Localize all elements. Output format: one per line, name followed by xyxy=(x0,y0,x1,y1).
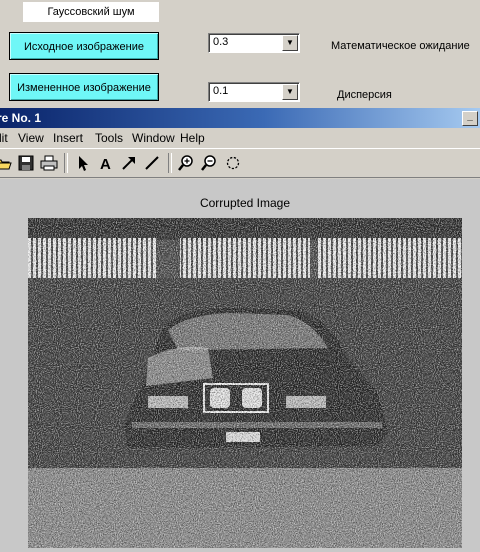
text-icon[interactable]: A xyxy=(97,154,115,172)
chevron-down-icon[interactable]: ▼ xyxy=(282,84,298,100)
menu-window[interactable]: Window xyxy=(132,131,175,145)
figure-toolbar: A xyxy=(0,148,480,178)
noise-type-title: Гауссовский шум xyxy=(23,2,159,22)
print-icon[interactable] xyxy=(40,154,58,172)
menu-insert[interactable]: Insert xyxy=(53,131,83,145)
svg-text:A: A xyxy=(100,156,111,172)
save-icon[interactable] xyxy=(17,154,35,172)
menu-tools[interactable]: Tools xyxy=(95,131,123,145)
line-icon[interactable] xyxy=(143,154,161,172)
noisy-image-render xyxy=(28,218,462,548)
menu-view[interactable]: View xyxy=(18,131,44,145)
noisy-car-image xyxy=(28,218,462,548)
open-icon[interactable] xyxy=(0,154,12,172)
variance-value: 0.1 xyxy=(213,85,229,97)
menu-bar: lit View Insert Tools Window Help xyxy=(0,128,480,148)
variance-select[interactable]: 0.1 ▼ xyxy=(208,82,300,102)
mean-label: Математическое ожидание xyxy=(331,40,470,52)
variance-label: Дисперсия xyxy=(337,89,392,101)
chevron-down-icon[interactable]: ▼ xyxy=(282,35,298,51)
rotate-icon[interactable] xyxy=(224,154,242,172)
zoom-in-icon[interactable] xyxy=(177,154,195,172)
toolbar-separator xyxy=(168,153,172,173)
figure-title-bar[interactable]: re No. 1 _ xyxy=(0,108,480,128)
mean-value: 0.3 xyxy=(213,36,229,48)
menu-edit[interactable]: lit xyxy=(0,131,8,145)
mean-select[interactable]: 0.3 ▼ xyxy=(208,33,300,53)
modified-image-button[interactable]: Измененное изображение xyxy=(9,73,159,101)
plot-title: Corrupted Image xyxy=(199,196,291,210)
zoom-out-icon[interactable] xyxy=(200,154,218,172)
control-panel: Гауссовский шум Исходное изображение Изм… xyxy=(0,0,480,106)
draw-arrow-icon[interactable] xyxy=(120,154,138,172)
figure-canvas: Corrupted Image xyxy=(0,179,480,552)
toolbar-separator xyxy=(64,153,68,173)
minimize-button[interactable]: _ xyxy=(462,111,478,126)
original-image-button[interactable]: Исходное изображение xyxy=(9,32,159,60)
arrow-icon[interactable] xyxy=(74,154,92,172)
menu-help[interactable]: Help xyxy=(180,131,205,145)
window-title: re No. 1 xyxy=(0,111,42,125)
